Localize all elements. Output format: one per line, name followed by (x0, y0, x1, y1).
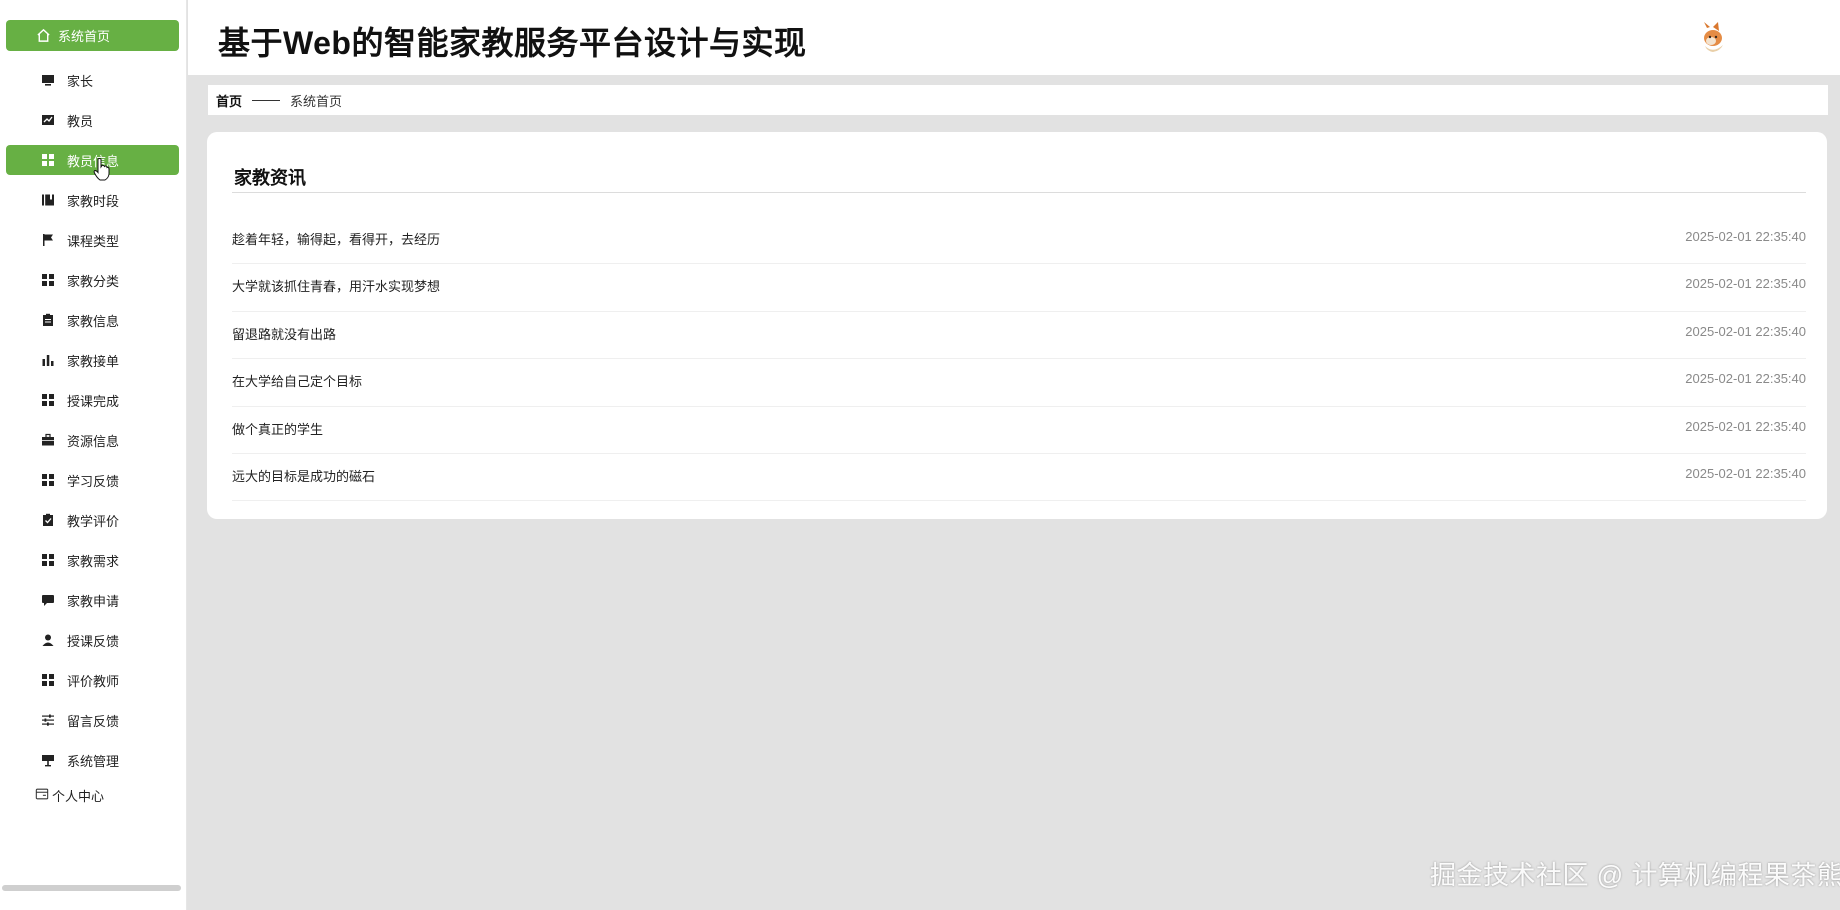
avatar[interactable] (1693, 18, 1733, 58)
id-card-icon (35, 788, 49, 800)
sidebar-personal-label: 个人中心 (52, 789, 105, 804)
sidebar-item[interactable]: 家教时段 (0, 180, 187, 220)
news-title[interactable]: 做个真正的学生 (232, 419, 323, 438)
grid-icon (41, 473, 55, 487)
monitor-icon (41, 73, 55, 87)
sidebar-scrollbar[interactable] (2, 885, 181, 891)
fox-avatar-icon (1704, 22, 1723, 52)
sidebar-item[interactable]: 家教需求 (0, 540, 187, 580)
sign-icon (41, 753, 55, 767)
bar-chart-icon (41, 353, 55, 367)
news-title[interactable]: 大学就该抓住青春，用汗水实现梦想 (232, 276, 440, 295)
sidebar-item-personal-center[interactable]: 个人中心 (0, 780, 187, 808)
sidebar-item[interactable]: 授课完成 (0, 380, 187, 420)
sidebar-item[interactable]: 授课反馈 (0, 620, 187, 660)
clipboard-icon (41, 313, 55, 327)
breadcrumb-separator (252, 99, 281, 101)
sidebar-item[interactable]: 资源信息 (0, 420, 187, 460)
sidebar-item-label: 家教信息 (67, 313, 120, 329)
sidebar-item[interactable]: 教员 (0, 100, 187, 140)
sidebar-item-label: 评价教师 (67, 673, 120, 689)
breadcrumb-current: 系统首页 (290, 93, 343, 109)
news-list: 趁着年轻，输得起，看得开，去经历 2025-02-01 22:35:40 大学就该抓… (232, 217, 1806, 502)
news-card: 家教资讯 趁着年轻，输得起，看得开，去经历 2025-02-01 22:35:40… (207, 132, 1827, 519)
flag-icon (41, 233, 55, 247)
clipboard-check-icon (41, 513, 55, 527)
sidebar-item[interactable]: 学习反馈 (0, 460, 187, 500)
sidebar-item[interactable]: 留言反馈 (0, 700, 187, 740)
book-icon (41, 193, 55, 207)
hand-cursor-icon (93, 158, 110, 181)
sidebar-item-label: 授课反馈 (67, 633, 120, 649)
watermark: 掘金技术社区 @ 计算机编程果茶熊 (1430, 860, 1840, 890)
grid-icon (41, 393, 55, 407)
news-row[interactable]: 大学就该抓住青春，用汗水实现梦想 2025-02-01 22:35:40 (232, 264, 1806, 312)
sidebar-item-label: 家教接单 (67, 353, 120, 369)
news-card-title: 家教资讯 (234, 168, 306, 188)
news-row[interactable]: 做个真正的学生 2025-02-01 22:35:40 (232, 407, 1806, 454)
sidebar-item[interactable]: 家教接单 (0, 340, 187, 380)
sidebar-item-label: 家教分类 (67, 273, 120, 289)
header: 基于Web的智能家教服务平台设计与实现 (188, 0, 1840, 75)
sidebar-item-label: 教员 (67, 113, 94, 129)
sidebar-item-label: 教学评价 (67, 513, 120, 529)
news-time: 2025-02-01 22:35:40 (1685, 418, 1806, 434)
news-title[interactable]: 在大学给自己定个目标 (232, 371, 362, 390)
app-title: 基于Web的智能家教服务平台设计与实现 (218, 25, 807, 61)
sidebar-item[interactable]: 评价教师 (0, 660, 187, 700)
news-row[interactable]: 远大的目标是成功的磁石 2025-02-01 22:35:40 (232, 454, 1806, 502)
sidebar-item[interactable]: 家教申请 (0, 580, 187, 620)
grid-icon (41, 153, 55, 167)
grid-icon (41, 673, 55, 687)
sidebar-item-label: 家教时段 (67, 193, 120, 209)
sliders-icon (41, 713, 55, 727)
news-title[interactable]: 远大的目标是成功的磁石 (232, 466, 375, 485)
chart-line-icon (41, 113, 55, 127)
sidebar-item[interactable]: 系统管理 (0, 740, 187, 780)
grid-icon (41, 553, 55, 567)
news-row[interactable]: 留退路就没有出路 2025-02-01 22:35:40 (232, 312, 1806, 360)
sidebar-item[interactable]: 家长 (0, 60, 187, 100)
sidebar-item-label: 资源信息 (67, 433, 120, 449)
sidebar-home-label: 系统首页 (58, 29, 111, 44)
chat-icon (41, 593, 55, 607)
sidebar-item-label: 授课完成 (67, 393, 120, 409)
sidebar: 系统首页 家长 教员 教员信息 家教时段 课程类型 家教分类 家教信息 家教接单 授课完成 资源信… (0, 0, 187, 910)
news-card-divider (232, 192, 1806, 193)
sidebar-item[interactable]: 家教分类 (0, 260, 187, 300)
news-time: 2025-02-01 22:35:40 (1685, 229, 1806, 244)
news-title[interactable]: 趁着年轻，输得起，看得开，去经历 (232, 229, 440, 248)
sidebar-home-button[interactable]: 系统首页 (6, 20, 179, 51)
sidebar-item-label: 家长 (67, 73, 94, 89)
breadcrumb: 首页 系统首页 (208, 85, 1828, 115)
news-row[interactable]: 趁着年轻，输得起，看得开，去经历 2025-02-01 22:35:40 (232, 217, 1806, 265)
sidebar-item-label: 家教申请 (67, 593, 120, 609)
briefcase-icon (41, 433, 55, 447)
sidebar-item-label: 课程类型 (67, 233, 120, 249)
news-time: 2025-02-01 22:35:40 (1685, 276, 1806, 292)
grid-icon (41, 273, 55, 287)
sidebar-item-label: 留言反馈 (67, 713, 120, 729)
news-row[interactable]: 在大学给自己定个目标 2025-02-01 22:35:40 (232, 359, 1806, 407)
user-icon (41, 633, 55, 647)
sidebar-item-label: 学习反馈 (67, 473, 120, 489)
news-time: 2025-02-01 22:35:40 (1685, 371, 1806, 387)
sidebar-item[interactable]: 课程类型 (0, 220, 187, 260)
sidebar-item-label: 家教需求 (67, 553, 120, 569)
home-icon (37, 28, 50, 42)
news-title[interactable]: 留退路就没有出路 (232, 324, 336, 343)
sidebar-item[interactable]: 家教信息 (0, 300, 187, 340)
sidebar-item-label: 系统管理 (67, 753, 120, 769)
sidebar-item[interactable]: 教学评价 (0, 500, 187, 540)
breadcrumb-home[interactable]: 首页 (216, 91, 242, 110)
news-time: 2025-02-01 22:35:40 (1685, 323, 1806, 339)
news-time: 2025-02-01 22:35:40 (1685, 465, 1806, 481)
